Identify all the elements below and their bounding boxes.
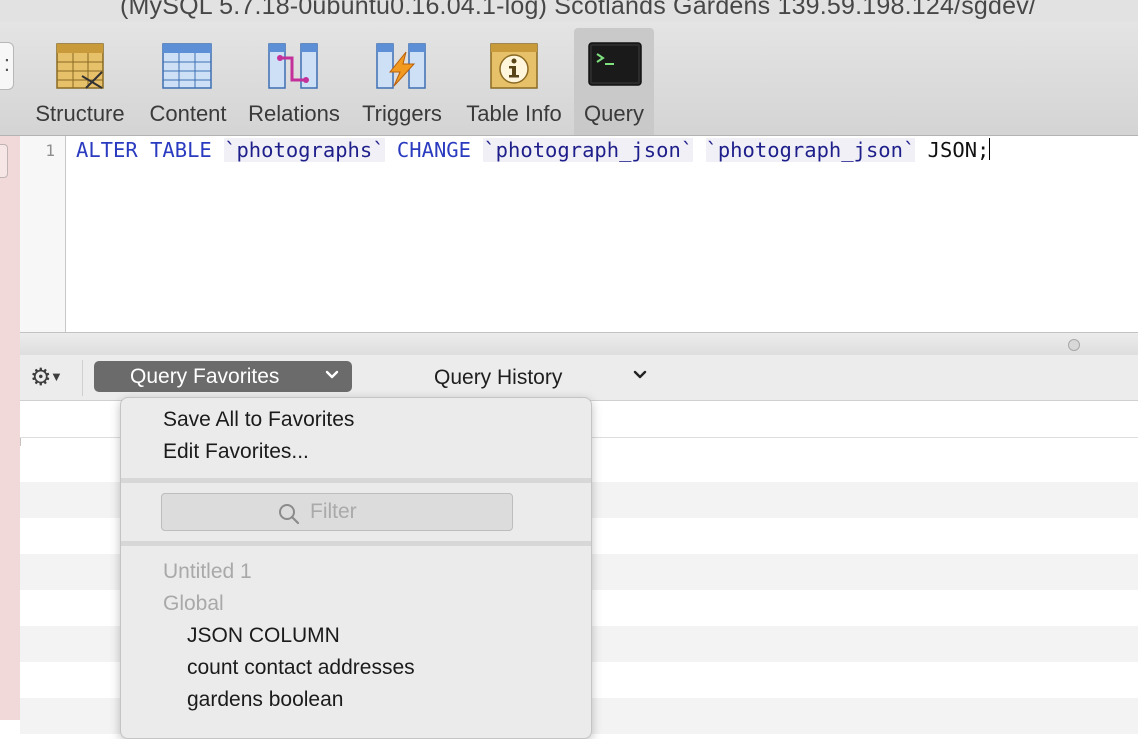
- structure-icon: [56, 42, 104, 92]
- splitter-handle[interactable]: [1068, 339, 1080, 351]
- chevron-down-icon: [632, 365, 648, 390]
- menu-separator: [121, 478, 591, 483]
- sql-keyword: ALTER: [76, 138, 138, 162]
- menu-item-favorite[interactable]: gardens boolean: [187, 688, 343, 712]
- query-favorites-menu: Save All to Favorites Edit Favorites... …: [120, 397, 592, 739]
- tab-triggers[interactable]: Triggers: [352, 22, 452, 135]
- tab-content-label: Content: [149, 101, 227, 126]
- sql-identifier: `photographs`: [224, 138, 385, 162]
- menu-item-edit-favorites[interactable]: Edit Favorites...: [163, 440, 309, 464]
- query-icon: [588, 42, 642, 92]
- chevron-down-icon: [324, 365, 340, 390]
- favorites-filter-input[interactable]: Filter: [161, 493, 513, 531]
- tab-triggers-label: Triggers: [362, 101, 442, 126]
- sql-identifier: `photograph_json`: [483, 138, 694, 162]
- sidebar-edge: [0, 136, 21, 720]
- sql-code-line[interactable]: ALTER TABLE `photographs` CHANGE `photog…: [76, 138, 991, 162]
- query-history-button[interactable]: Query History: [434, 361, 654, 392]
- tab-structure-label: Structure: [35, 101, 125, 126]
- tab-query[interactable]: Query: [574, 28, 654, 135]
- menu-group-global: Global: [163, 592, 224, 615]
- sql-keyword: TABLE: [150, 138, 212, 162]
- toolbar-divider: [82, 360, 83, 396]
- toolbar: : Structure Content Relations Triggers T…: [0, 22, 1138, 136]
- menu-item-favorite[interactable]: JSON COLUMN: [187, 624, 340, 648]
- back-button[interactable]: :: [0, 42, 14, 90]
- line-number: 1: [45, 141, 55, 160]
- tab-table-info-label: Table Info: [466, 101, 562, 126]
- gear-menu-button[interactable]: ⚙ ▼: [30, 363, 70, 391]
- caret-down-icon: ▼: [50, 369, 63, 384]
- query-history-label: Query History: [434, 366, 563, 389]
- triggers-icon: [376, 42, 426, 92]
- pane-splitter[interactable]: [20, 332, 1138, 356]
- query-favorites-button[interactable]: Query Favorites: [94, 361, 352, 392]
- menu-item-save-all-to-favorites[interactable]: Save All to Favorites: [163, 408, 354, 432]
- menu-separator: [121, 541, 591, 546]
- menu-group-untitled: Untitled 1: [163, 560, 252, 583]
- menu-item-favorite[interactable]: count contact addresses: [187, 656, 415, 680]
- text-caret: [989, 138, 991, 160]
- window-title: (MySQL 5.7.18-0ubuntu0.16.04.1-log) Scot…: [120, 0, 1037, 20]
- line-number-gutter: 1: [20, 136, 66, 332]
- tab-query-label: Query: [584, 101, 644, 126]
- content-icon: [162, 42, 212, 92]
- filter-placeholder: Filter: [310, 500, 357, 523]
- query-editor[interactable]: 1 ALTER TABLE `photographs` CHANGE `phot…: [20, 136, 1138, 332]
- search-icon: [277, 502, 301, 531]
- sql-identifier: `photograph_json`: [705, 138, 916, 162]
- tab-relations[interactable]: Relations: [244, 22, 344, 135]
- tab-content[interactable]: Content: [140, 22, 236, 135]
- gear-icon: ⚙: [30, 364, 52, 391]
- back-icon: :: [3, 51, 10, 76]
- tab-structure[interactable]: Structure: [28, 22, 132, 135]
- query-favorites-label: Query Favorites: [130, 365, 280, 388]
- sidebar-edge-control[interactable]: [0, 144, 8, 178]
- table-info-icon: [490, 42, 538, 92]
- sql-keyword: CHANGE: [396, 138, 471, 162]
- tab-table-info[interactable]: Table Info: [460, 22, 568, 135]
- query-action-bar: ⚙ ▼ Query Favorites Query History: [20, 355, 1138, 401]
- sql-type: JSON;: [927, 138, 990, 162]
- tab-relations-label: Relations: [248, 101, 340, 126]
- window-title-bar: (MySQL 5.7.18-0ubuntu0.16.04.1-log) Scot…: [0, 0, 1138, 22]
- relations-icon: [268, 42, 318, 92]
